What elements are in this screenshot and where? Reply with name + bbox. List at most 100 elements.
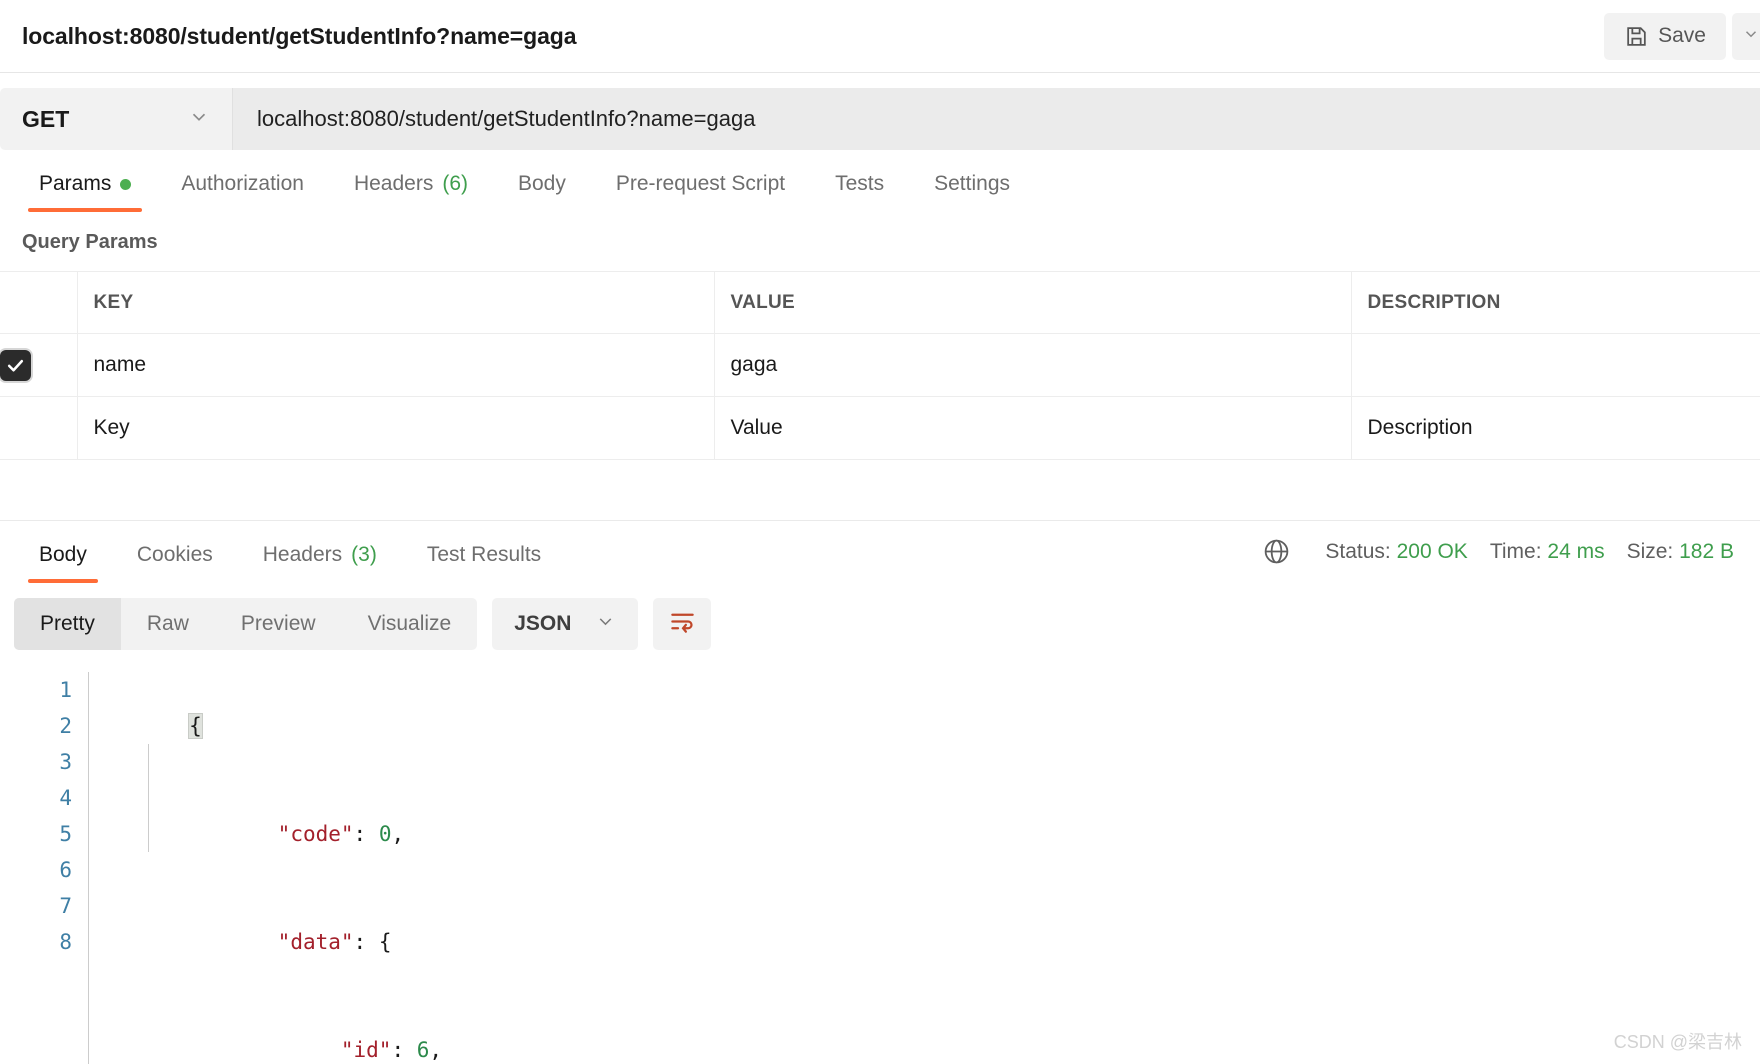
view-mode-raw[interactable]: Raw	[121, 598, 215, 650]
code-line-2: "code": 0,	[88, 780, 1760, 888]
save-button[interactable]: Save	[1604, 12, 1726, 60]
params-active-dot-icon	[120, 178, 132, 190]
wrap-text-button[interactable]	[653, 598, 712, 650]
param-description-cell[interactable]	[1351, 333, 1760, 397]
code-content[interactable]: { "code": 0, "data": { "id": 6, "name": …	[88, 672, 1760, 1064]
save-options-button[interactable]	[1732, 12, 1760, 60]
url-input[interactable]: localhost:8080/student/getStudentInfo?na…	[233, 88, 1760, 150]
json-key-code: "code"	[277, 822, 354, 846]
param-key-placeholder[interactable]: Key	[77, 396, 715, 460]
json-value-code: 0	[378, 822, 392, 846]
row-checkbox-cell[interactable]	[0, 333, 78, 397]
line-number: 5	[59, 822, 72, 846]
url-bar: GET localhost:8080/student/getStudentInf…	[0, 88, 1760, 150]
table-header-row: KEY VALUE DESCRIPTION	[0, 271, 1760, 334]
line-number: 6	[59, 858, 72, 882]
line-number: 7	[59, 894, 72, 918]
view-mode-pretty[interactable]: Pretty	[14, 598, 121, 650]
http-method-label: GET	[22, 105, 70, 132]
response-tabs: Body Cookies Headers (3) Test Results	[14, 521, 566, 583]
line-number: 1	[59, 678, 72, 702]
tab-params[interactable]: Params	[14, 172, 156, 212]
body-format-label: JSON	[514, 612, 572, 635]
http-method-select[interactable]: GET	[0, 88, 233, 150]
table-row: Key Value Description	[0, 396, 1760, 460]
response-tab-test-results[interactable]: Test Results	[402, 543, 566, 583]
tab-body-label: Body	[518, 172, 566, 195]
tab-pre-request-script-label: Pre-request Script	[615, 172, 786, 195]
tab-params-label: Params	[39, 172, 112, 195]
status-value: 200 OK	[1396, 539, 1468, 563]
response-tab-body[interactable]: Body	[14, 543, 112, 583]
tab-authorization[interactable]: Authorization	[156, 172, 329, 212]
response-tab-headers-count: (3)	[351, 542, 377, 566]
fold-rail-outer	[88, 672, 89, 1064]
table-row: name gaga	[0, 333, 1760, 397]
globe-icon	[1262, 537, 1291, 566]
chevron-down-icon	[595, 611, 616, 638]
tab-body[interactable]: Body	[493, 172, 591, 212]
response-tab-test-results-label: Test Results	[426, 542, 542, 566]
json-comma: ,	[429, 1038, 443, 1062]
param-enabled-checkbox[interactable]	[0, 349, 31, 381]
query-params-title: Query Params	[22, 231, 158, 253]
query-params-table: KEY VALUE DESCRIPTION name gaga Key Valu…	[0, 271, 1760, 460]
tab-headers-label: Headers	[353, 172, 434, 195]
json-brace-open: {	[188, 713, 203, 739]
json-comma: ,	[391, 822, 405, 846]
param-description-placeholder[interactable]: Description	[1351, 396, 1760, 460]
response-tab-cookies[interactable]: Cookies	[112, 543, 238, 583]
row-checkbox-cell-empty[interactable]	[0, 396, 78, 460]
response-tab-body-label: Body	[39, 542, 87, 566]
json-colon: :	[353, 822, 379, 846]
time-value: 24 ms	[1547, 539, 1605, 563]
json-colon: :	[353, 930, 379, 954]
json-value-id: 6	[416, 1038, 430, 1062]
status-badge: Status: 200 OK	[1325, 540, 1467, 564]
tab-headers[interactable]: Headers (6)	[329, 172, 493, 212]
column-header-value: VALUE	[714, 271, 1352, 334]
code-line-3: "data": {	[88, 888, 1760, 996]
request-title: localhost:8080/student/getStudentInfo?na…	[22, 22, 577, 49]
response-meta: Status: 200 OK Time: 24 ms Size: 182 B	[1262, 537, 1760, 566]
response-tab-headers-label: Headers	[262, 542, 343, 566]
size-badge: Size: 182 B	[1627, 540, 1734, 564]
tab-tests[interactable]: Tests	[810, 172, 909, 212]
size-label: Size:	[1626, 539, 1674, 563]
view-mode-visualize[interactable]: Visualize	[342, 598, 478, 650]
response-tab-headers[interactable]: Headers (3)	[238, 543, 402, 583]
response-tab-cookies-label: Cookies	[136, 542, 213, 566]
time-label: Time:	[1489, 539, 1542, 563]
postman-request-view: localhost:8080/student/getStudentInfo?na…	[0, 0, 1760, 1064]
view-mode-preview[interactable]: Preview	[215, 598, 342, 650]
checkmark-icon	[7, 359, 24, 372]
param-value-placeholder[interactable]: Value	[714, 396, 1352, 460]
param-value-cell[interactable]: gaga	[714, 333, 1352, 397]
param-key-cell[interactable]: name	[77, 333, 715, 397]
line-number: 2	[59, 714, 72, 738]
tab-tests-label: Tests	[835, 172, 885, 195]
section-divider	[0, 460, 1760, 520]
tab-pre-request-script[interactable]: Pre-request Script	[591, 172, 810, 212]
line-number: 3	[59, 750, 72, 774]
response-body-code: 1 2 3 4 5 6 7 8 { "code": 0, "data": {"…	[0, 650, 1760, 1064]
save-button-label: Save	[1658, 24, 1706, 47]
code-line-4: "id": 6,	[88, 996, 1760, 1064]
body-view-mode-group: Pretty Raw Preview Visualize	[14, 598, 478, 650]
body-format-select[interactable]: JSON	[492, 598, 639, 650]
json-colon: :	[391, 1038, 417, 1062]
line-number: 8	[59, 930, 72, 954]
select-all-column	[0, 271, 78, 334]
tab-settings[interactable]: Settings	[909, 172, 1035, 212]
column-header-description: DESCRIPTION	[1351, 271, 1760, 334]
status-label: Status:	[1325, 539, 1391, 563]
fold-rail-inner	[148, 744, 149, 852]
header-actions: Save	[1604, 12, 1760, 60]
tab-headers-count: (6)	[442, 172, 468, 195]
size-value: 182 B	[1679, 539, 1734, 563]
tab-settings-label: Settings	[934, 172, 1011, 195]
line-number: 4	[59, 786, 72, 810]
floppy-disk-icon	[1624, 24, 1649, 49]
json-key-id: "id"	[340, 1038, 392, 1062]
line-number-gutter: 1 2 3 4 5 6 7 8	[0, 672, 88, 1064]
